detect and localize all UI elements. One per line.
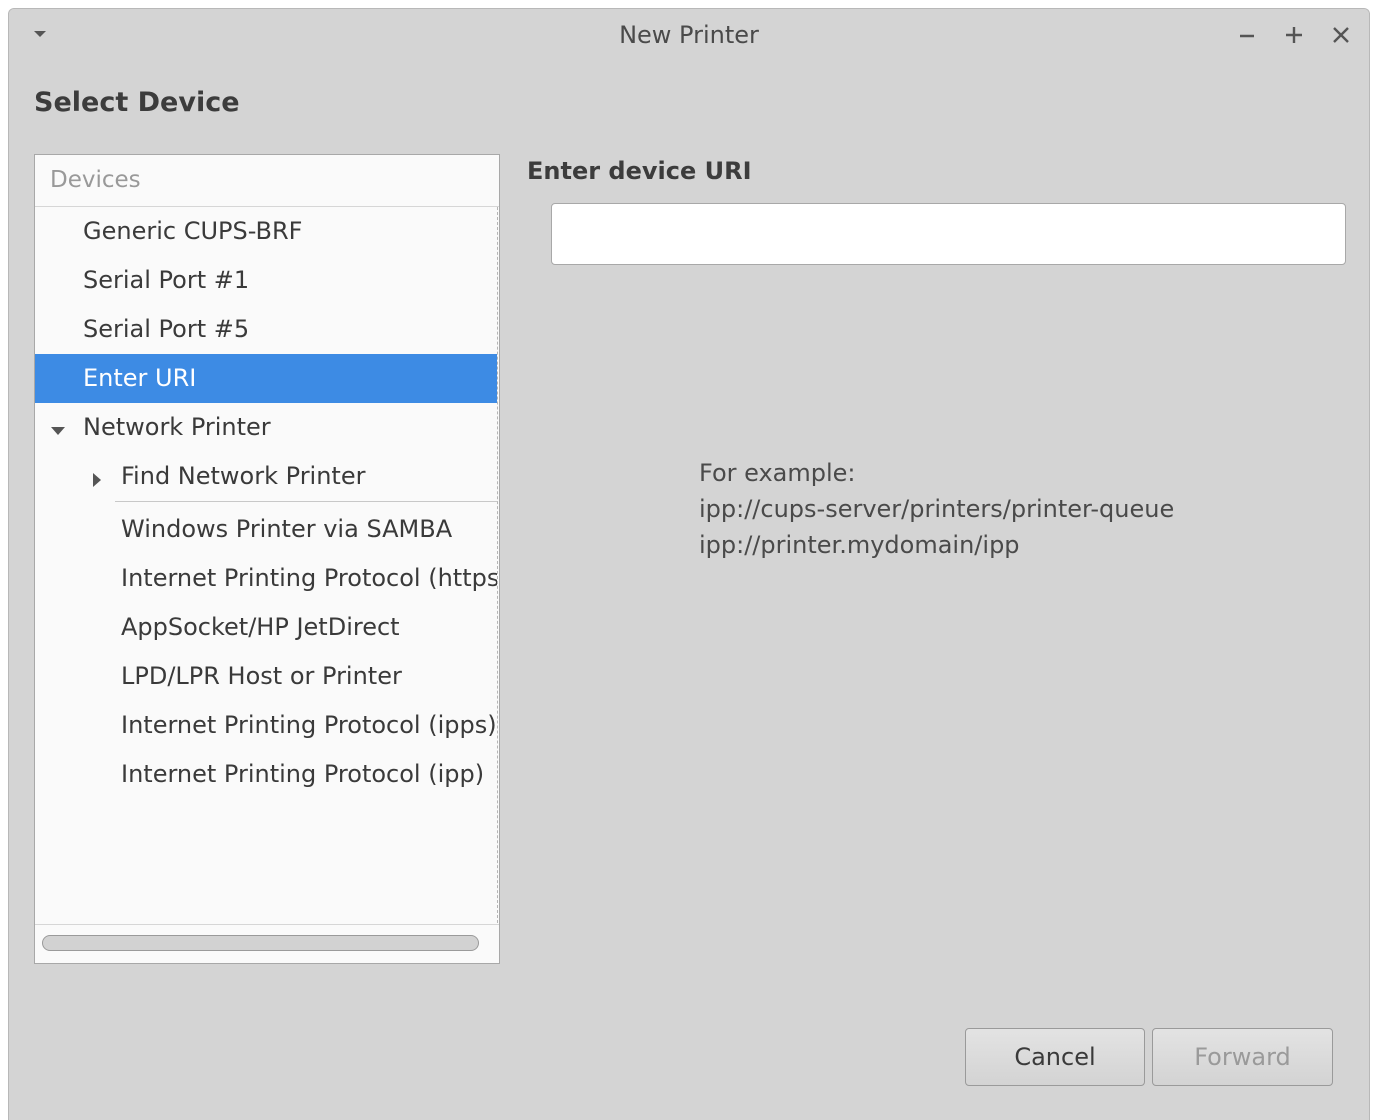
cancel-button[interactable]: Cancel [965,1028,1145,1086]
uri-examples: For example: ipp://cups-server/printers/… [699,455,1174,563]
forward-button[interactable]: Forward [1152,1028,1333,1086]
device-uri-input[interactable] [551,203,1346,265]
device-item-serial-port-5[interactable]: Serial Port #5 [35,305,497,354]
device-item-ipp-https[interactable]: Internet Printing Protocol (https) [35,554,497,603]
page-title: Select Device [34,87,240,118]
new-printer-dialog: New Printer Select Device Devices Generi… [8,8,1370,1120]
example-uri-2: ipp://printer.mydomain/ipp [699,531,1020,559]
devices-tree[interactable]: Devices Generic CUPS-BRF Serial Port #1 … [34,154,500,964]
device-item-appsocket[interactable]: AppSocket/HP JetDirect [35,603,497,652]
device-item-lpd-lpr[interactable]: LPD/LPR Host or Printer [35,652,497,701]
minimize-icon[interactable] [1233,21,1261,49]
devices-column-header[interactable]: Devices [35,155,499,207]
device-item-enter-uri[interactable]: Enter URI [35,354,497,403]
device-uri-label: Enter device URI [527,157,752,185]
device-item-serial-port-1[interactable]: Serial Port #1 [35,256,497,305]
device-item-find-network-printer[interactable]: Find Network Printer [35,452,497,501]
example-title: For example: [699,459,856,487]
window-title: New Printer [619,21,759,49]
horizontal-scrollbar[interactable] [35,924,499,963]
device-item-network-printer[interactable]: Network Printer [35,403,497,452]
example-uri-1: ipp://cups-server/printers/printer-queue [699,495,1175,523]
device-item-ipp[interactable]: Internet Printing Protocol (ipp) [35,750,497,799]
tree-separator [115,501,497,502]
device-item-samba[interactable]: Windows Printer via SAMBA [35,505,497,554]
scrollbar-thumb[interactable] [42,935,479,951]
close-icon[interactable] [1327,21,1355,49]
column-divider [497,207,498,923]
device-item-generic-cups-brf[interactable]: Generic CUPS-BRF [35,207,497,256]
title-bar: New Printer [9,9,1369,61]
maximize-icon[interactable] [1280,21,1308,49]
device-item-ipp-ipps[interactable]: Internet Printing Protocol (ipps) [35,701,497,750]
